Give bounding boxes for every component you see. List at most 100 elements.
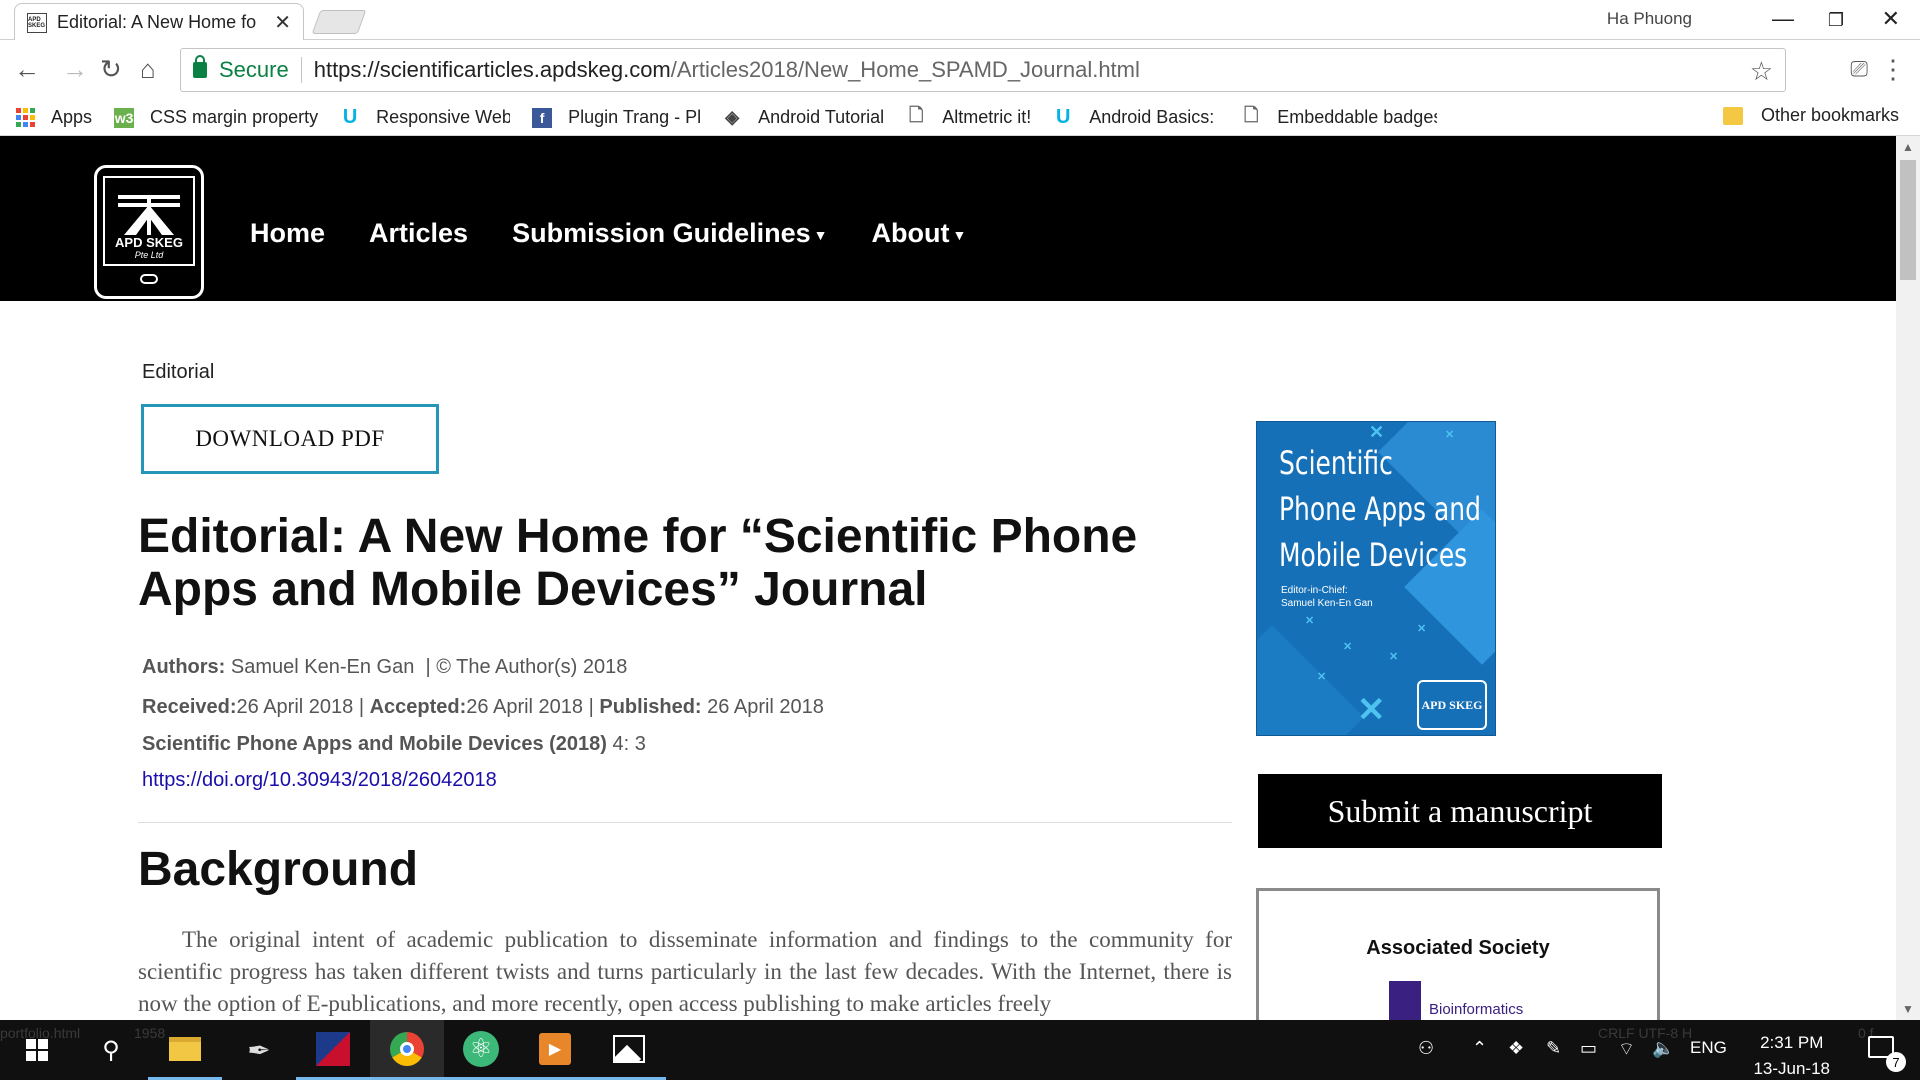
scroll-thumb[interactable]	[1900, 160, 1916, 280]
bioinformatics-logo-icon[interactable]	[1389, 981, 1421, 1020]
submit-manuscript-button[interactable]: Submit a manuscript	[1258, 774, 1662, 848]
start-button[interactable]	[0, 1020, 74, 1080]
cross-icon: ✕	[1357, 691, 1386, 729]
chrome-taskbar-button[interactable]	[370, 1020, 444, 1080]
diamond-icon: ◈	[725, 107, 740, 127]
omnibox-divider	[300, 57, 302, 83]
udacity-icon: U	[342, 106, 358, 128]
bookmark-responsive-web[interactable]: U Responsive Web Des	[340, 106, 511, 128]
browser-toolbar: ← → ↻ ⌂ Secure https://scientificarticle…	[0, 40, 1920, 100]
search-icon[interactable]: ⚲	[74, 1020, 148, 1080]
restore-icon[interactable]: ❐	[1828, 10, 1844, 31]
system-clock[interactable]: 2:31 PM 13-Jun-18	[1753, 1030, 1830, 1082]
cross-icon: ✕	[1445, 429, 1455, 441]
close-window-icon[interactable]: ✕	[1882, 6, 1900, 32]
bookmark-embeddable-badges[interactable]: 🗋 Embeddable badges	[1241, 105, 1438, 128]
bookmark-label: CSS margin property	[150, 107, 319, 127]
scroll-down-icon[interactable]: ▼	[1902, 1002, 1914, 1016]
scroll-up-icon[interactable]: ▲	[1902, 140, 1914, 154]
show-hidden-icons-icon[interactable]: ⌃	[1472, 1038, 1487, 1059]
url-path: /Articles2018/New_Home_SPAMD_Journal.htm…	[670, 57, 1140, 82]
tab-strip: APD SKEG Editorial: A New Home fo ✕ Ha P…	[0, 0, 1920, 41]
atom-editor-icon[interactable]: ⚛	[444, 1020, 518, 1080]
photos-app-icon[interactable]	[592, 1020, 666, 1080]
wifi-icon[interactable]: ⌔	[1618, 1038, 1635, 1061]
address-bar[interactable]: Secure https://scientificarticles.apdske…	[180, 48, 1786, 92]
bookmark-label: Embeddable badges	[1277, 107, 1438, 127]
section-heading: Background	[138, 843, 419, 896]
forward-icon[interactable]: →	[62, 54, 88, 85]
authors-value[interactable]: Samuel Ken-En Gan	[231, 656, 414, 678]
bookmark-label: Apps	[51, 107, 93, 127]
nav-articles[interactable]: Articles	[369, 218, 468, 249]
pen-icon[interactable]: ✎	[1546, 1038, 1561, 1059]
battery-icon[interactable]: ▭	[1580, 1038, 1597, 1059]
cover-editor-name: Samuel Ken-En Gan	[1281, 598, 1373, 609]
cross-icon: ✕	[1369, 422, 1385, 442]
associated-society-name[interactable]: Bioinformatics	[1429, 1001, 1523, 1018]
bookmark-apps[interactable]: Apps	[16, 107, 92, 128]
home-icon[interactable]: ⌂	[140, 54, 156, 85]
caret-down-icon: ▼	[952, 226, 967, 243]
logo-sub: Pte Ltd	[134, 250, 164, 260]
bookmark-label: Responsive Web Des	[376, 107, 511, 127]
cover-title: Scientific Phone Apps and Mobile Devices	[1279, 440, 1481, 578]
article-kicker: Editorial	[142, 361, 215, 383]
media-player-icon[interactable]: ▶	[518, 1020, 592, 1080]
cover-publisher-logo: APD SKEG	[1417, 680, 1487, 730]
nav-home[interactable]: Home	[250, 218, 325, 249]
site-header: APD SKEG Pte Ltd Home Articles Submissio…	[0, 136, 1896, 301]
associated-society-box: Associated Society Bioinformatics	[1256, 888, 1660, 1020]
journal-cover[interactable]: Scientific Phone Apps and Mobile Devices…	[1256, 421, 1496, 736]
download-pdf-button[interactable]: DOWNLOAD PDF	[141, 404, 439, 474]
caret-down-icon: ▼	[813, 226, 828, 243]
cover-editor: Editor-in-Chief: Samuel Ken-En Gan	[1281, 584, 1373, 610]
bookmark-label: Android Tutorial	[758, 107, 885, 127]
cross-icon: ✕	[1305, 615, 1315, 627]
logo-frame: APD SKEG Pte Ltd	[103, 176, 195, 266]
bookmark-css-margin[interactable]: w3 CSS margin property	[114, 107, 318, 128]
copyright: | © The Author(s) 2018	[425, 656, 628, 678]
accepted-label: Accepted:	[369, 696, 467, 718]
dropbox-icon[interactable]: ❖	[1508, 1038, 1524, 1059]
volume-icon[interactable]: 🔈	[1652, 1038, 1674, 1059]
logo-name: APD SKEG	[115, 235, 183, 250]
menu-kebab-icon[interactable]: ⋮	[1880, 54, 1906, 85]
nav-about[interactable]: About ▼	[872, 218, 967, 249]
page-icon: 🗋	[908, 104, 924, 125]
cross-icon: ✕	[1343, 641, 1353, 653]
authors-label: Authors:	[142, 656, 226, 678]
cover-title-line: Mobile Devices	[1279, 536, 1468, 574]
language-indicator[interactable]: ENG	[1690, 1038, 1727, 1058]
bookmark-android-tutorial[interactable]: ◈ Android Tutorial	[722, 107, 884, 128]
bookmark-altmetric[interactable]: 🗋 Altmetric it!	[906, 104, 1032, 128]
other-bookmarks[interactable]: Other bookmarks	[1722, 105, 1899, 126]
journal-label: Scientific Phone Apps and Mobile Devices…	[142, 733, 607, 755]
atom-icon: ⚛	[463, 1030, 499, 1067]
site-logo[interactable]: APD SKEG Pte Ltd	[94, 165, 204, 299]
ghost-status-text: CRLF UTF-8 H	[1598, 1025, 1693, 1041]
file-explorer-icon[interactable]	[148, 1020, 222, 1080]
profile-name[interactable]: Ha Phuong	[1607, 9, 1692, 29]
bookmark-plugin-trang[interactable]: f Plugin Trang - Plugir	[532, 107, 700, 128]
bookmark-label: Altmetric it!	[942, 107, 1032, 127]
nav-submission-guidelines[interactable]: Submission Guidelines ▼	[512, 218, 827, 249]
quill-app-icon[interactable]: ✒	[222, 1020, 296, 1080]
doi-link[interactable]: https://doi.org/10.30943/2018/26042018	[142, 769, 497, 792]
journal-value: 4: 3	[612, 733, 646, 755]
dates-line: Received:26 April 2018 | Accepted:26 Apr…	[142, 696, 824, 718]
reload-icon[interactable]: ↻	[100, 54, 122, 85]
new-tab-button[interactable]	[311, 10, 367, 34]
bookmark-star-icon[interactable]: ☆	[1750, 56, 1773, 87]
page-viewport: APD SKEG Pte Ltd Home Articles Submissio…	[0, 136, 1896, 1020]
minimize-icon[interactable]: —	[1772, 6, 1794, 32]
bookmark-android-basics[interactable]: U Android Basics: User	[1053, 106, 1219, 128]
tab-close-icon[interactable]: ✕	[274, 10, 291, 35]
photo-icon	[613, 1034, 645, 1063]
page-scrollbar[interactable]: ▲ ▼	[1896, 136, 1920, 1020]
browser-tab[interactable]: APD SKEG Editorial: A New Home fo ✕	[14, 3, 304, 41]
cast-icon[interactable]: ⎚	[1850, 56, 1868, 82]
back-icon[interactable]: ←	[14, 54, 40, 85]
flag-app-icon[interactable]	[296, 1020, 370, 1080]
people-icon[interactable]: ⚇	[1418, 1038, 1434, 1059]
